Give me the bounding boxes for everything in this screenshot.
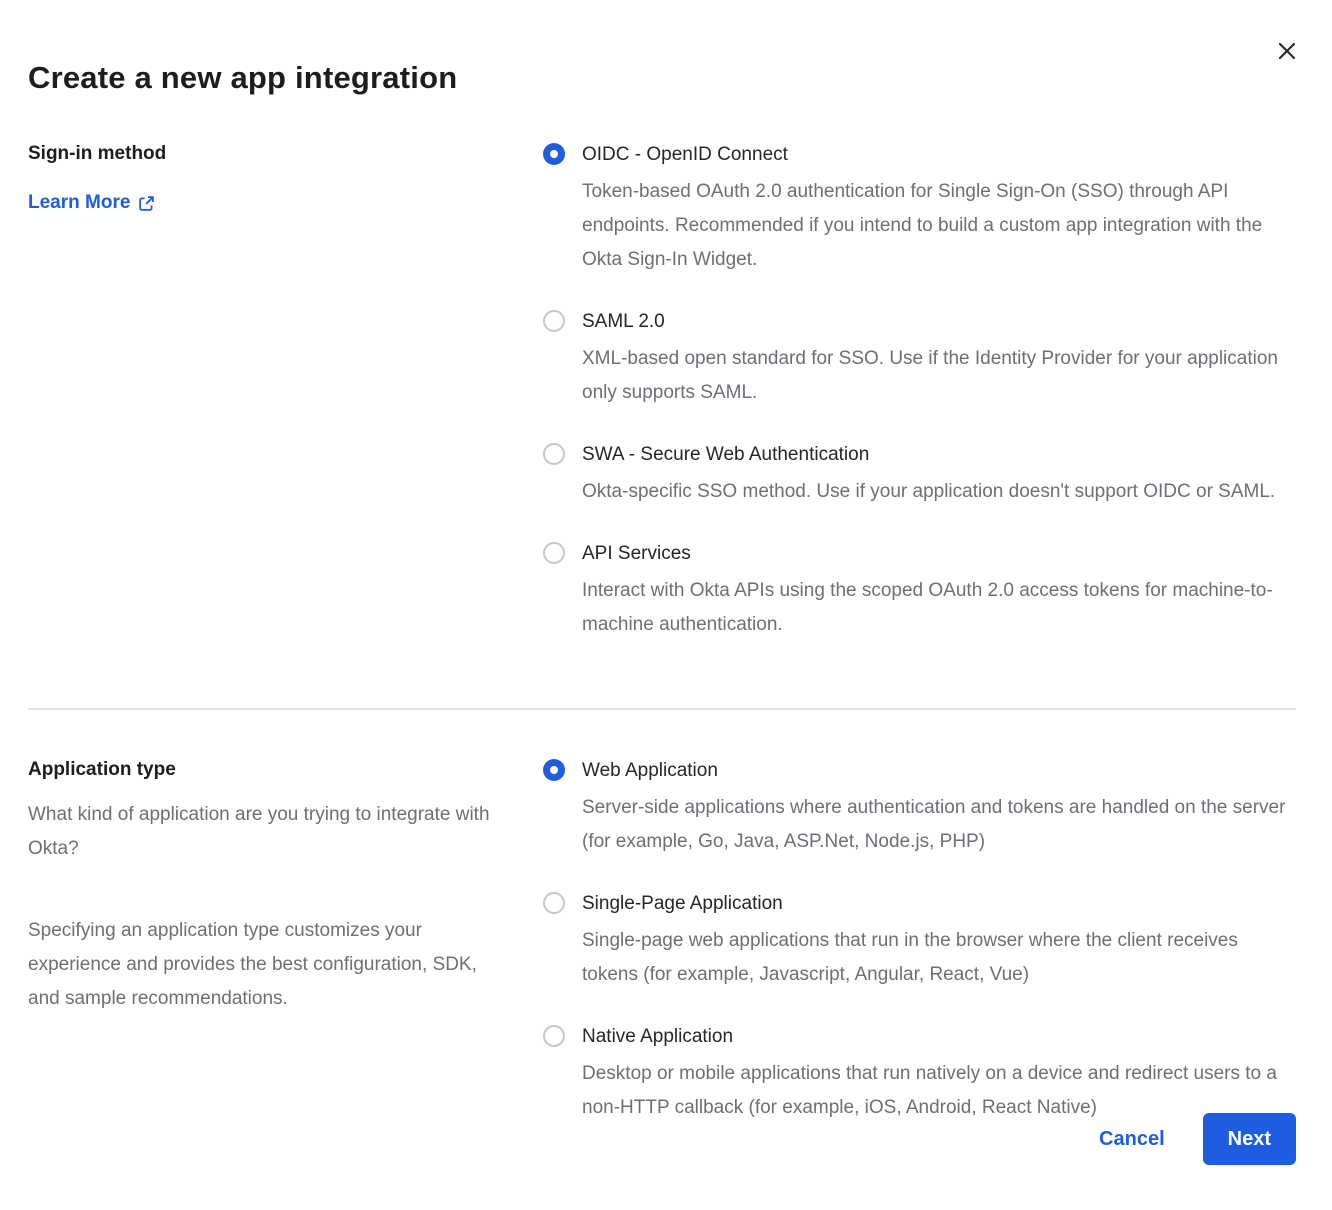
application-type-hint: Specifying an application type customize… bbox=[28, 914, 513, 1016]
radio-option-label[interactable]: Web Application bbox=[582, 758, 1296, 784]
signin-method-options: OIDC - OpenID Connect Token-based OAuth … bbox=[543, 142, 1296, 642]
cancel-button[interactable]: Cancel bbox=[1099, 1128, 1165, 1151]
radio-option-description: Token-based OAuth 2.0 authentication for… bbox=[582, 175, 1296, 277]
application-type-question: What kind of application are you trying … bbox=[28, 798, 513, 866]
application-type-section: Application type What kind of applicatio… bbox=[28, 758, 1296, 1125]
radio-option-oidc[interactable]: OIDC - OpenID Connect Token-based OAuth … bbox=[543, 142, 1296, 277]
radio-option-single-page-application[interactable]: Single-Page Application Single-page web … bbox=[543, 891, 1296, 992]
radio-icon[interactable] bbox=[543, 143, 565, 165]
radio-option-description: Okta-specific SSO method. Use if your ap… bbox=[582, 475, 1275, 509]
learn-more-label: Learn More bbox=[28, 192, 130, 214]
signin-method-label: Sign-in method bbox=[28, 142, 513, 166]
next-button[interactable]: Next bbox=[1203, 1113, 1296, 1165]
radio-option-saml[interactable]: SAML 2.0 XML-based open standard for SSO… bbox=[543, 309, 1296, 410]
learn-more-link[interactable]: Learn More bbox=[28, 192, 155, 214]
dialog-footer: Cancel Next bbox=[1099, 1113, 1296, 1165]
radio-option-label[interactable]: API Services bbox=[582, 541, 1296, 567]
application-type-label: Application type bbox=[28, 758, 513, 782]
radio-option-description: XML-based open standard for SSO. Use if … bbox=[582, 342, 1296, 410]
radio-option-label[interactable]: OIDC - OpenID Connect bbox=[582, 142, 1296, 168]
radio-icon[interactable] bbox=[543, 542, 565, 564]
radio-option-web-application[interactable]: Web Application Server-side applications… bbox=[543, 758, 1296, 859]
application-type-options: Web Application Server-side applications… bbox=[543, 758, 1296, 1125]
close-icon[interactable] bbox=[1274, 38, 1300, 64]
radio-option-label[interactable]: Single-Page Application bbox=[582, 891, 1296, 917]
radio-option-description: Single-page web applications that run in… bbox=[582, 924, 1296, 992]
external-link-icon bbox=[138, 195, 155, 212]
application-type-left-column: Application type What kind of applicatio… bbox=[28, 758, 543, 1016]
radio-option-label[interactable]: SAML 2.0 bbox=[582, 309, 1296, 335]
radio-icon[interactable] bbox=[543, 1025, 565, 1047]
radio-option-description: Interact with Okta APIs using the scoped… bbox=[582, 574, 1296, 642]
radio-option-label[interactable]: Native Application bbox=[582, 1024, 1296, 1050]
radio-option-description: Server-side applications where authentic… bbox=[582, 791, 1296, 859]
section-divider bbox=[28, 708, 1296, 710]
radio-icon[interactable] bbox=[543, 310, 565, 332]
page-title: Create a new app integration bbox=[28, 60, 1296, 96]
radio-option-swa[interactable]: SWA - Secure Web Authentication Okta-spe… bbox=[543, 442, 1296, 509]
radio-icon[interactable] bbox=[543, 892, 565, 914]
radio-icon[interactable] bbox=[543, 443, 565, 465]
radio-option-label[interactable]: SWA - Secure Web Authentication bbox=[582, 442, 1275, 468]
signin-method-section: Sign-in method Learn More OIDC - OpenID … bbox=[28, 142, 1296, 642]
signin-method-left-column: Sign-in method Learn More bbox=[28, 142, 543, 214]
radio-option-native-application[interactable]: Native Application Desktop or mobile app… bbox=[543, 1024, 1296, 1125]
radio-icon[interactable] bbox=[543, 759, 565, 781]
radio-option-api-services[interactable]: API Services Interact with Okta APIs usi… bbox=[543, 541, 1296, 642]
create-app-integration-dialog: Create a new app integration Sign-in met… bbox=[0, 0, 1332, 1210]
